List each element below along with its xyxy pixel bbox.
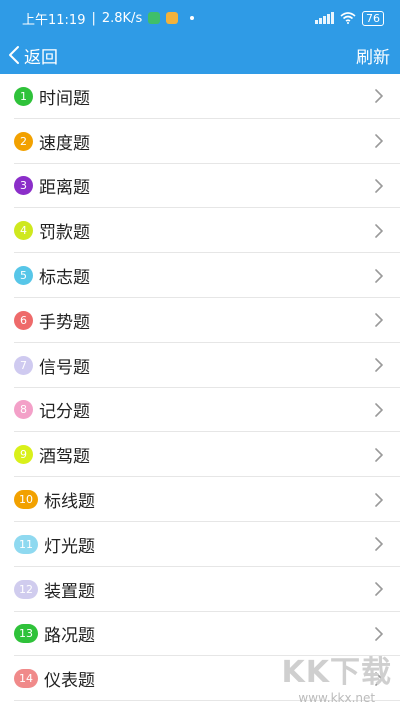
number-badge: 8	[14, 400, 33, 420]
chevron-right-icon	[374, 447, 384, 462]
list-item[interactable]: 10 标线题	[0, 477, 400, 522]
signal-icon	[315, 12, 334, 24]
status-bar: 上午11:19 | 2.8K/s 76	[0, 0, 400, 36]
number-badge: 10	[14, 490, 38, 510]
number-badge: 4	[14, 221, 33, 241]
status-left: 上午11:19 | 2.8K/s	[22, 9, 315, 28]
list-item-label: 路况题	[44, 626, 95, 647]
number-badge: 11	[14, 534, 38, 554]
status-separator: |	[91, 10, 96, 26]
refresh-button[interactable]: 刷新	[356, 43, 390, 68]
list-item[interactable]: 5 标志题	[0, 253, 400, 298]
list-item-label: 时间题	[39, 88, 90, 109]
number-badge: 1	[14, 86, 33, 106]
dot-icon	[190, 16, 195, 20]
chevron-right-icon	[374, 89, 384, 104]
number-badge: 14	[14, 669, 38, 689]
chevron-right-icon	[374, 268, 384, 283]
list-item[interactable]: 9 酒驾题	[0, 432, 400, 477]
number-badge: 13	[14, 624, 38, 644]
list-item[interactable]: 4 罚款题	[0, 208, 400, 253]
list-item[interactable]: 2 速度题	[0, 119, 400, 164]
chevron-right-icon	[374, 627, 384, 641]
battery-icon: 76	[362, 10, 384, 26]
list-item[interactable]: 8 记分题	[0, 388, 400, 433]
list-item[interactable]: 12 装置题	[0, 567, 400, 612]
number-badge: 7	[14, 355, 33, 375]
chevron-right-icon	[374, 537, 384, 552]
chevron-right-icon	[374, 492, 384, 507]
status-network-speed: 2.8K/s	[101, 10, 143, 26]
chevron-right-icon	[374, 223, 384, 238]
number-badge: 6	[14, 310, 33, 330]
back-button[interactable]: 返回	[8, 43, 58, 68]
number-badge: 12	[14, 579, 38, 599]
chevron-right-icon	[374, 358, 384, 372]
list-item-label: 标线题	[44, 492, 95, 513]
chevron-right-icon	[374, 179, 384, 193]
shield-icon	[148, 12, 161, 24]
chevron-right-icon	[374, 134, 384, 148]
list-item-label: 速度题	[39, 133, 90, 154]
list-item-label: 酒驾题	[39, 447, 90, 468]
number-badge: 3	[14, 176, 33, 196]
wifi-icon	[340, 12, 356, 24]
list-item-label: 灯光题	[44, 536, 95, 557]
list-item[interactable]: 1 时间题	[0, 74, 400, 119]
chevron-right-icon	[374, 582, 384, 596]
chevron-left-icon	[8, 45, 20, 65]
list-item-label: 手势题	[39, 312, 90, 333]
list-item-label: 装置题	[44, 581, 95, 602]
status-time: 上午11:19	[22, 12, 86, 28]
number-badge: 5	[14, 266, 33, 286]
list-item-label: 记分题	[39, 402, 90, 423]
number-badge: 9	[14, 445, 33, 465]
nav-bar: 返回 刷新	[0, 36, 400, 74]
list-item[interactable]: 6 手势题	[0, 298, 400, 343]
chevron-right-icon	[374, 403, 384, 417]
list-item-label: 标志题	[39, 268, 90, 289]
list-item[interactable]: 11 灯光题	[0, 522, 400, 567]
list-item-label: 罚款题	[39, 223, 90, 244]
image-icon	[166, 12, 179, 24]
list-item-label: 距离题	[39, 178, 90, 199]
list-item[interactable]: 7 信号题	[0, 343, 400, 388]
chevron-right-icon	[374, 313, 384, 328]
watermark-url: www.kkx.net	[298, 691, 376, 705]
status-right: 76	[315, 10, 384, 26]
watermark-title: KK下载	[281, 655, 392, 690]
list-item[interactable]: 3 距离题	[0, 164, 400, 209]
back-label: 返回	[24, 47, 58, 68]
list-item-label: 信号题	[39, 357, 90, 378]
category-list: 1 时间题 2 速度题 3 距离题 4 罚款题 5 标志题 6 手势题 7 信号题 8 记分题 9 酒驾题 10 标线…	[0, 74, 400, 701]
number-badge: 2	[14, 131, 33, 151]
watermark: KK下载 www.kkx.net	[282, 647, 393, 705]
